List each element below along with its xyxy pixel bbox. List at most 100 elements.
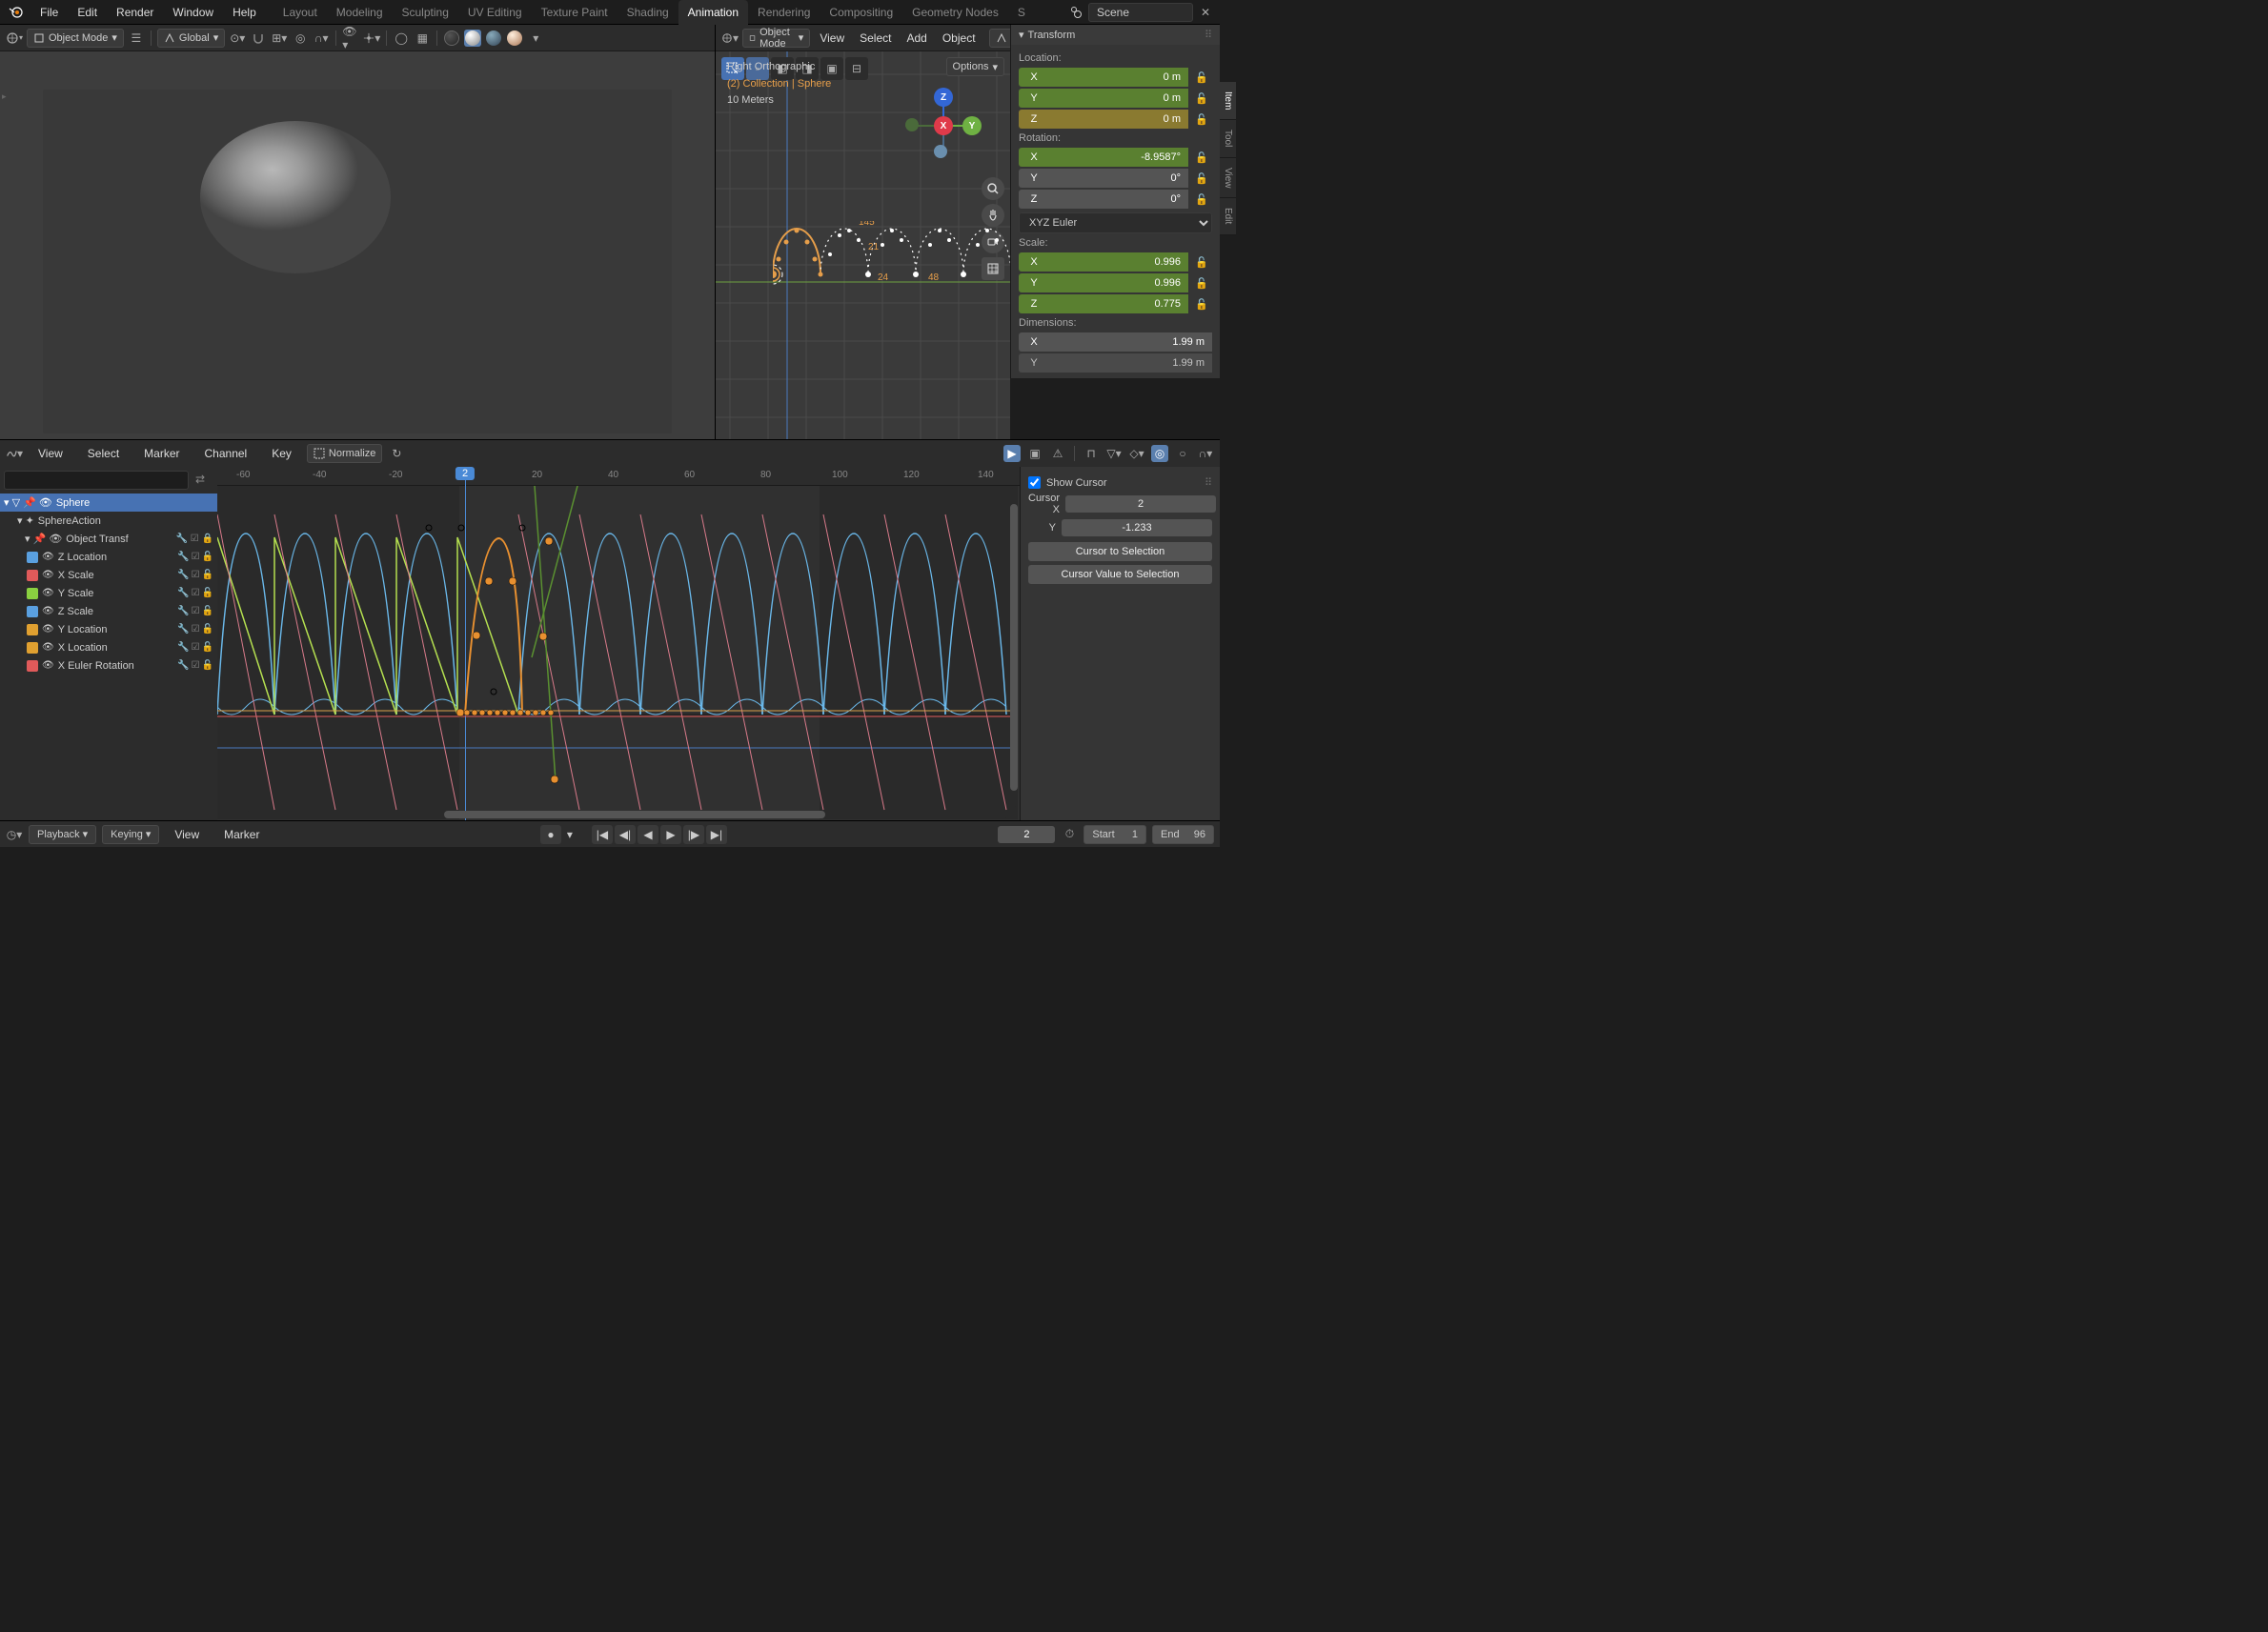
expand-toolbar-icon[interactable]: ▸ xyxy=(2,91,7,102)
ws-uv[interactable]: UV Editing xyxy=(458,0,532,25)
h-scrollbar[interactable] xyxy=(246,811,1008,818)
ws-geonodes[interactable]: Geometry Nodes xyxy=(902,0,1008,25)
graph-canvas[interactable]: -60 -40 -20 20 40 60 80 100 120 140 2 10… xyxy=(217,467,1020,820)
play-icon[interactable]: ▶ xyxy=(660,825,681,844)
menu-file[interactable]: File xyxy=(30,0,68,25)
tab-view[interactable]: View xyxy=(1220,158,1236,199)
axis-x-icon[interactable]: X xyxy=(934,116,953,135)
dim-y-field[interactable]: 1.99 m xyxy=(1049,353,1212,373)
ge-curve-icon[interactable]: ∩▾ xyxy=(1197,445,1214,462)
refresh-icon[interactable]: ↻ xyxy=(388,445,405,462)
wrench-icon[interactable]: 🔧 xyxy=(177,570,189,580)
eye-icon[interactable]: 👁 xyxy=(42,660,54,671)
sel-mode-5[interactable]: ⊟ xyxy=(845,57,868,80)
orientation-selector[interactable]: Global ▾ xyxy=(157,29,225,48)
lock-icon[interactable]: 🔓 xyxy=(1191,273,1212,292)
cursor-value-to-selection-button[interactable]: Cursor Value to Selection xyxy=(1028,565,1212,584)
ws-compositing[interactable]: Compositing xyxy=(820,0,902,25)
snap-icon[interactable] xyxy=(250,30,267,47)
scene-browse-icon[interactable] xyxy=(1067,4,1084,21)
viewport-left[interactable]: ▾ Object Mode ▾ ☰ Global ▾ ⊙▾ ⊞▾ ◎ ∩▾ 👁▾… xyxy=(0,25,715,439)
ge-filter-icon[interactable]: ▽▾ xyxy=(1105,445,1123,462)
lock-icon[interactable]: 🔓 xyxy=(1191,252,1212,272)
shading-matprev-icon[interactable] xyxy=(485,30,502,47)
ws-more[interactable]: S xyxy=(1008,0,1035,25)
scale-y-field[interactable]: 0.996 xyxy=(1049,273,1188,292)
axis-z-icon[interactable]: Z xyxy=(934,88,953,107)
lock-icon[interactable]: 🔓 xyxy=(202,642,213,653)
viewport-right[interactable]: ▾ Object Mode ▾ View Select Add Object G… xyxy=(715,25,1010,439)
ws-shading[interactable]: Shading xyxy=(618,0,678,25)
editor-type-icon[interactable]: ▾ xyxy=(721,30,739,47)
wrench-icon[interactable]: 🔧 xyxy=(177,588,189,598)
shading-solid-icon[interactable] xyxy=(464,30,481,47)
ws-animation[interactable]: Animation xyxy=(678,0,748,25)
ge-cursor-icon[interactable]: ▶ xyxy=(1003,445,1021,462)
ge-menu-select[interactable]: Select xyxy=(78,441,129,466)
vp-menu-view[interactable]: View xyxy=(814,26,850,50)
xray-icon[interactable]: ▦ xyxy=(414,30,431,47)
ws-texpaint[interactable]: Texture Paint xyxy=(532,0,618,25)
eye-icon[interactable]: 👁 xyxy=(42,570,54,580)
channel-row[interactable]: 👁Y Location🔧 ☑ 🔓 xyxy=(0,620,217,638)
end-frame-field[interactable]: End 96 xyxy=(1152,825,1214,844)
eye-icon[interactable]: 👁 xyxy=(42,552,54,562)
eye-icon[interactable]: 👁 xyxy=(42,624,54,635)
ge-pivot-icon[interactable]: ◇▾ xyxy=(1128,445,1145,462)
ws-rendering[interactable]: Rendering xyxy=(748,0,820,25)
sphere-object[interactable] xyxy=(200,121,391,273)
eye-icon[interactable]: 👁 xyxy=(42,588,54,598)
rot-z-field[interactable]: 0° xyxy=(1049,190,1188,209)
jump-start-icon[interactable]: |◀ xyxy=(592,825,613,844)
zoom-icon[interactable] xyxy=(982,177,1004,200)
lock-icon[interactable]: 🔓 xyxy=(202,570,213,580)
prev-key-icon[interactable]: ◀| xyxy=(615,825,636,844)
channel-row[interactable]: 👁X Location🔧 ☑ 🔓 xyxy=(0,638,217,656)
tl-marker[interactable]: Marker xyxy=(214,822,269,847)
ge-prop2-icon[interactable]: ○ xyxy=(1174,445,1191,462)
ge-warn-icon[interactable]: ⚠ xyxy=(1049,445,1066,462)
axis-neg-z-icon[interactable] xyxy=(934,145,947,158)
menu-help[interactable]: Help xyxy=(223,0,266,25)
ge-selbox-icon[interactable]: ▣ xyxy=(1026,445,1043,462)
lock-icon[interactable]: 🔓 xyxy=(1191,110,1212,129)
ws-sculpting[interactable]: Sculpting xyxy=(393,0,458,25)
checkbox-icon[interactable]: ☑ xyxy=(192,624,200,635)
proportional-type-icon[interactable]: ∩▾ xyxy=(313,30,330,47)
ge-menu-marker[interactable]: Marker xyxy=(134,441,189,466)
channel-row[interactable]: 👁Y Scale🔧 ☑ 🔓 xyxy=(0,584,217,602)
gizmo-icon[interactable]: ▾ xyxy=(363,30,380,47)
mode-selector[interactable]: Object Mode ▾ xyxy=(27,29,124,48)
menu-window[interactable]: Window xyxy=(163,0,223,25)
rotation-mode-select[interactable]: XYZ Euler xyxy=(1019,212,1212,233)
wrench-icon[interactable]: 🔧 xyxy=(177,660,189,671)
editor-type-icon[interactable]: ◷▾ xyxy=(6,826,23,843)
loc-x-field[interactable]: 0 m xyxy=(1049,68,1188,87)
panel-header[interactable]: ▾ Transform⠿ xyxy=(1011,25,1220,45)
lock-icon[interactable]: 🔓 xyxy=(1191,190,1212,209)
shading-rendered-icon[interactable] xyxy=(506,30,523,47)
overlay-icon[interactable]: ◯ xyxy=(393,30,410,47)
axis-gizmo[interactable]: Z X Y xyxy=(905,88,982,164)
axis-neg-y-icon[interactable] xyxy=(905,118,919,131)
ws-layout[interactable]: Layout xyxy=(273,0,327,25)
keying-dropdown[interactable]: Keying ▾ xyxy=(102,825,159,844)
tree-group[interactable]: ▾ 📌 👁 Object Transf🔧 ☑ 🔒 xyxy=(0,530,217,548)
lock-icon[interactable]: 🔓 xyxy=(1191,68,1212,87)
tab-tool[interactable]: Tool xyxy=(1220,120,1236,157)
shading-options-icon[interactable]: ▾ xyxy=(527,30,544,47)
autokey-dropdown[interactable]: ▾ xyxy=(563,825,577,844)
scale-x-field[interactable]: 0.996 xyxy=(1049,252,1188,272)
scene-name-input[interactable] xyxy=(1088,3,1193,22)
playhead[interactable] xyxy=(465,467,466,820)
wrench-icon[interactable]: 🔧 xyxy=(177,552,189,562)
ge-menu-channel[interactable]: Channel xyxy=(195,441,257,466)
lock-icon[interactable]: 🔓 xyxy=(202,624,213,635)
snap-type-icon[interactable]: ⊞▾ xyxy=(271,30,288,47)
pivot-icon[interactable]: ⊙▾ xyxy=(229,30,246,47)
rot-x-field[interactable]: -8.9587° xyxy=(1049,148,1188,167)
tab-edit[interactable]: Edit xyxy=(1220,198,1236,234)
ge-menu-key[interactable]: Key xyxy=(262,441,301,466)
frame-ruler[interactable]: -60 -40 -20 20 40 60 80 100 120 140 xyxy=(217,467,1020,486)
play-reverse-icon[interactable]: ◀ xyxy=(638,825,658,844)
